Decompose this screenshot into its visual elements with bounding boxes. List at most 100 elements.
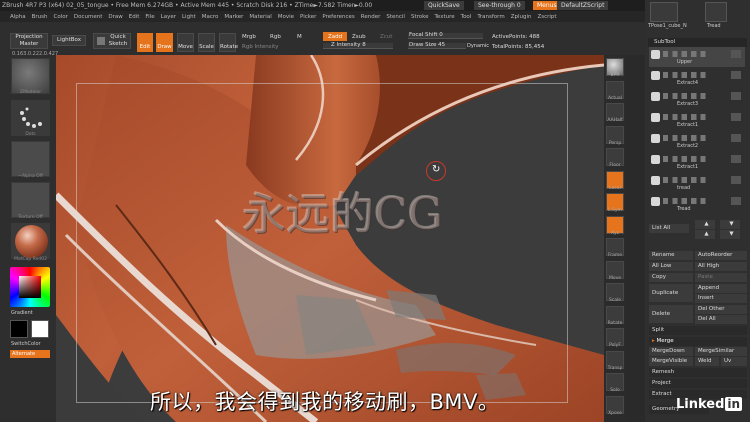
subtool-item[interactable]: Extract1 [649, 152, 745, 172]
color-picker[interactable] [10, 267, 50, 307]
alternate-button[interactable]: Alternate [10, 350, 50, 358]
quicksave-button[interactable]: QuickSave [424, 1, 464, 10]
menu-item-texture[interactable]: Texture [435, 14, 455, 20]
subtool-item[interactable]: Extract4 [649, 68, 745, 88]
subtool-toggle-icons[interactable] [663, 51, 715, 57]
subtool-item[interactable]: Extract3 [649, 89, 745, 109]
menu-item-transform[interactable]: Transform [477, 14, 504, 20]
tool-thumb-b[interactable] [705, 2, 727, 22]
menu-item-movie[interactable]: Movie [278, 14, 294, 20]
z-intensity-slider[interactable]: Z Intensity 8 [323, 42, 393, 49]
focal-shift-slider[interactable]: Focal Shift 0 [408, 32, 483, 39]
menu-item-material[interactable]: Material [249, 14, 271, 20]
list-all-button[interactable]: List All [649, 224, 689, 233]
visibility-eye-icon[interactable] [731, 176, 741, 184]
subtool-toggle-icons[interactable] [663, 198, 715, 204]
subtool-item[interactable]: Upper [649, 47, 745, 67]
menu-item-color[interactable]: Color [54, 14, 68, 20]
color-picker-square[interactable] [19, 276, 41, 298]
secondary-color-swatch[interactable] [31, 320, 49, 338]
mergesimilar-button[interactable]: MergeSimilar [695, 347, 747, 356]
append-button[interactable]: Append [695, 284, 747, 293]
menu-item-edit[interactable]: Edit [129, 14, 140, 20]
menu-item-zscript[interactable]: Zscript [537, 14, 556, 20]
mrgb-button[interactable]: Mrgb [242, 34, 256, 40]
visibility-eye-icon[interactable] [731, 197, 741, 205]
rename-button[interactable]: Rename [649, 251, 693, 260]
subtool-toggle-icons[interactable] [663, 177, 715, 183]
autoreorder-button[interactable]: AutoReorder [695, 251, 747, 260]
visibility-eye-icon[interactable] [731, 113, 741, 121]
menu-item-marker[interactable]: Marker [224, 14, 243, 20]
menu-item-document[interactable]: Document [74, 14, 103, 20]
material-thumbnail[interactable] [11, 223, 50, 259]
weld-button[interactable]: Weld [695, 357, 719, 366]
visibility-eye-icon[interactable] [731, 134, 741, 142]
scale-button[interactable]: Scale [198, 33, 215, 52]
zcut-button[interactable]: Zcut [380, 34, 392, 40]
rotate-button[interactable]: Rotate [219, 33, 238, 52]
menu-item-render[interactable]: Render [361, 14, 381, 20]
visibility-eye-icon[interactable] [731, 71, 741, 79]
zsub-button[interactable]: Zsub [352, 34, 366, 40]
stroke-thumbnail[interactable] [11, 100, 50, 136]
menu-item-tool[interactable]: Tool [461, 14, 472, 20]
menu-item-stencil[interactable]: Stencil [386, 14, 405, 20]
subtool-header[interactable]: SubTool [648, 38, 747, 47]
remesh-section[interactable]: Remesh [649, 368, 747, 377]
duplicate-button[interactable]: Duplicate [649, 284, 693, 302]
subtool-item[interactable]: Extract1 [649, 110, 745, 130]
draw-button[interactable]: Draw [156, 33, 173, 52]
up-arrow-button[interactable]: ▲ [695, 220, 715, 229]
main-color-swatch[interactable] [10, 320, 28, 338]
subtool-toggle-icons[interactable] [663, 72, 715, 78]
subtool-item[interactable]: Tread [649, 194, 745, 214]
subtool-item[interactable]: tread [649, 173, 745, 193]
texture-thumbnail[interactable] [11, 182, 50, 218]
mergedown-button[interactable]: MergeDown [649, 347, 693, 356]
zadd-button[interactable]: Zadd [323, 32, 347, 41]
all-low-button[interactable]: All Low [649, 262, 693, 271]
projection-master-button[interactable]: Projection Master [10, 33, 48, 49]
tool-thumb-a[interactable] [650, 2, 678, 22]
subtool-toggle-icons[interactable] [663, 114, 715, 120]
menu-item-picker[interactable]: Picker [300, 14, 316, 20]
visibility-eye-icon[interactable] [731, 155, 741, 163]
move-button[interactable]: Move [177, 33, 194, 52]
subtool-toggle-icons[interactable] [663, 93, 715, 99]
merge-section[interactable]: ▸ Merge [649, 337, 747, 346]
delete-button[interactable]: Delete [649, 305, 693, 323]
paste-button[interactable]: Paste [695, 273, 747, 282]
down-arrow-button[interactable]: ▼ [720, 220, 740, 229]
see-through-slider[interactable]: See-through 0 [474, 1, 525, 10]
insert-button[interactable]: Insert [695, 294, 747, 303]
brush-thumbnail[interactable] [11, 58, 50, 94]
del-other-button[interactable]: Del Other [695, 305, 747, 314]
rgb-intensity-slider[interactable]: Rgb Intensity [242, 44, 279, 50]
menu-item-brush[interactable]: Brush [32, 14, 48, 20]
default-zscript-button[interactable]: DefaultZScript [557, 1, 609, 10]
menu-item-light[interactable]: Light [182, 14, 196, 20]
switchcolor-button[interactable]: SwitchColor [11, 341, 50, 347]
menu-item-draw[interactable]: Draw [108, 14, 122, 20]
visibility-eye-icon[interactable] [731, 50, 741, 58]
visibility-eye-icon[interactable] [731, 92, 741, 100]
split-section[interactable]: Split [649, 326, 747, 335]
up-all-button[interactable]: ▲ [695, 230, 715, 239]
alpha-thumbnail[interactable] [11, 141, 50, 177]
down-all-button[interactable]: ▼ [720, 230, 740, 239]
uv-button[interactable]: Uv [721, 357, 747, 366]
all-high-button[interactable]: All High [695, 262, 747, 271]
menu-item-file[interactable]: File [145, 14, 154, 20]
copy-button[interactable]: Copy [649, 273, 693, 282]
project-section[interactable]: Project [649, 379, 747, 388]
subtool-toggle-icons[interactable] [663, 156, 715, 162]
dynamic-button[interactable]: Dynamic [467, 43, 489, 49]
menu-item-macro[interactable]: Macro [202, 14, 219, 20]
mergevisible-button[interactable]: MergeVisible [649, 357, 693, 366]
quick-sketch-button[interactable]: Quick Sketch [93, 33, 131, 49]
edit-button[interactable]: Edit [137, 33, 153, 52]
rgb-button[interactable]: Rgb [270, 34, 281, 40]
subtool-toggle-icons[interactable] [663, 135, 715, 141]
del-all-button[interactable]: Del All [695, 315, 747, 324]
